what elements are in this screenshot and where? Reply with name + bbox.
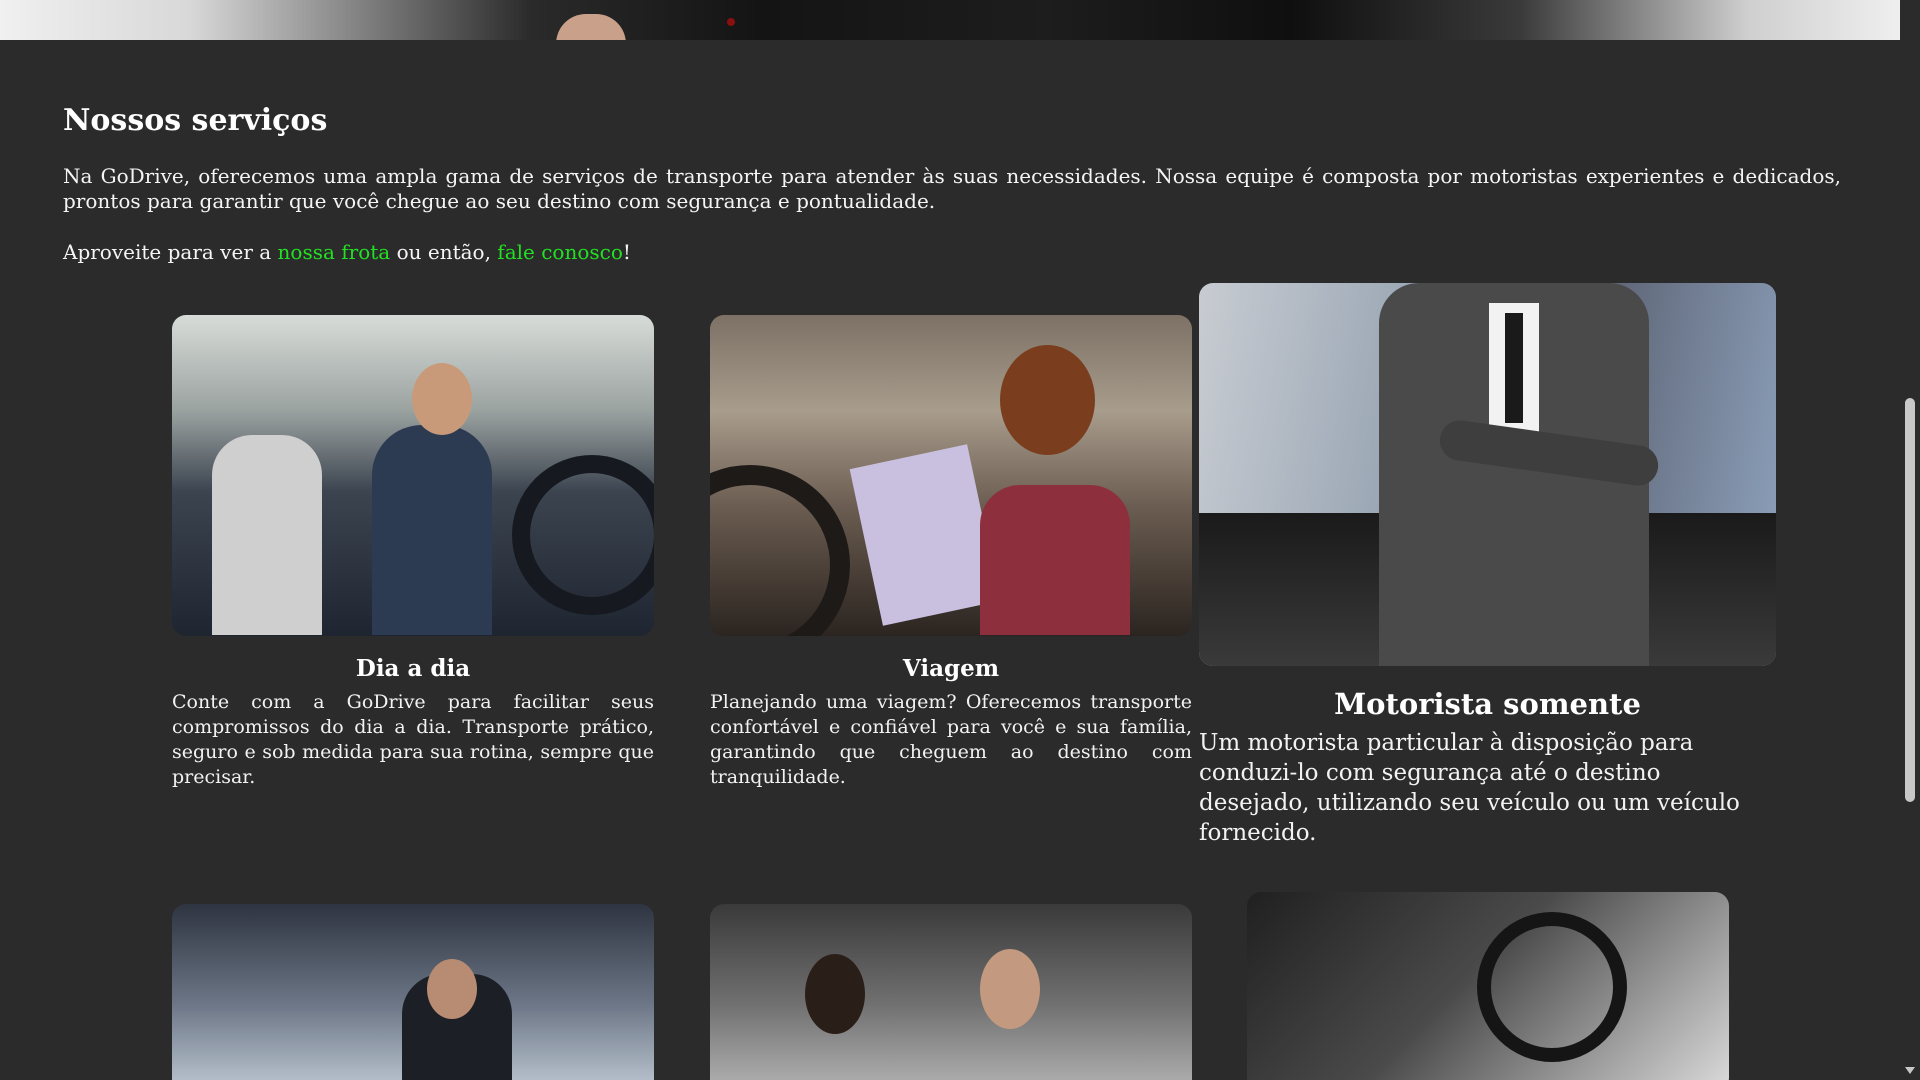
fleet-link[interactable]: nossa frota — [278, 240, 391, 264]
service-description: Um motorista particular à disposição par… — [1199, 730, 1740, 846]
scrollbar[interactable] — [1900, 0, 1920, 1080]
service-card-row2-2[interactable] — [710, 904, 1192, 1080]
service-card-row2-1[interactable] — [172, 904, 654, 1080]
page: Nossos serviços Na GoDrive, oferecemos u… — [0, 0, 1920, 1080]
business-passenger-photo — [172, 904, 654, 1080]
service-card-dia-a-dia[interactable]: Dia a dia Conte com a GoDrive para facil… — [172, 315, 654, 790]
steering-wheel-photo — [1247, 892, 1729, 1080]
couple-passengers-photo — [710, 904, 1192, 1080]
hero-hand-detail — [556, 14, 626, 40]
service-card-motorista-somente[interactable]: Motorista somente Um motorista particula… — [1199, 283, 1776, 848]
hero-light-detail — [727, 18, 735, 26]
service-description: Conte com a GoDrive para facilitar seus … — [172, 691, 654, 788]
service-title: Motorista somente — [1334, 687, 1641, 721]
hero-image — [0, 0, 1900, 40]
scroll-down-arrow-icon[interactable] — [1905, 1067, 1915, 1074]
service-description: Planejando uma viagem? Oferecemos transp… — [710, 691, 1192, 788]
section-cta: Aproveite para ver a nossa frota ou entã… — [63, 240, 631, 265]
cta-prefix: Aproveite para ver a — [63, 240, 278, 264]
cta-middle: ou então, — [390, 240, 498, 264]
service-card-row2-3[interactable] — [1247, 892, 1729, 1080]
contact-link[interactable]: fale conosco — [497, 240, 623, 264]
section-title: Nossos serviços — [63, 103, 328, 138]
driver-photo — [172, 315, 654, 636]
service-card-viagem[interactable]: Viagem Planejando uma viagem? Oferecemos… — [710, 315, 1192, 790]
service-title: Dia a dia — [355, 655, 471, 682]
travel-photo — [710, 315, 1192, 636]
cta-suffix: ! — [622, 240, 631, 264]
scrollbar-thumb[interactable] — [1905, 398, 1915, 802]
section-intro: Na GoDrive, oferecemos uma ampla gama de… — [63, 164, 1841, 213]
chauffeur-photo — [1199, 283, 1776, 666]
service-title: Viagem — [902, 655, 1000, 682]
